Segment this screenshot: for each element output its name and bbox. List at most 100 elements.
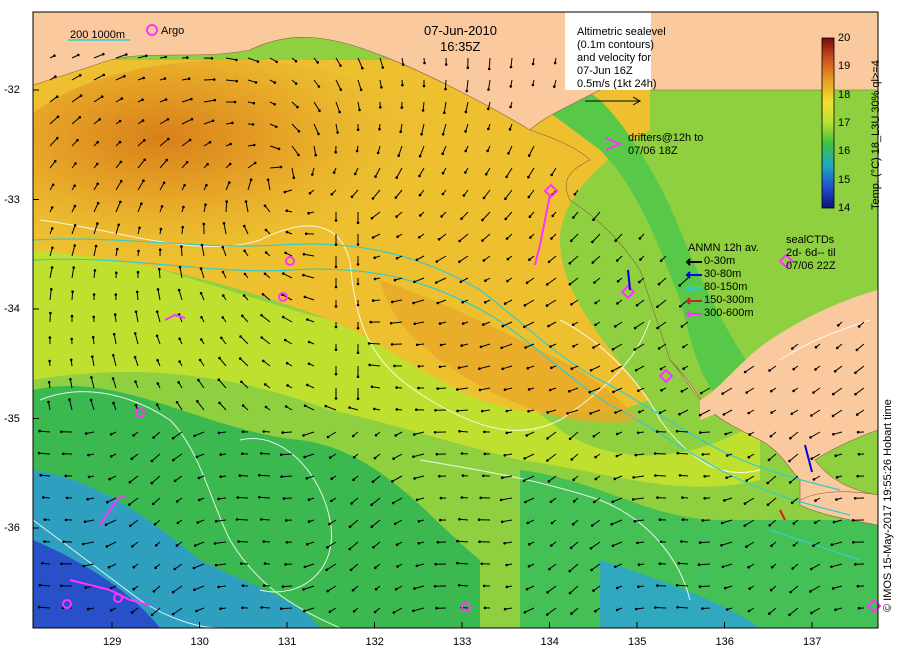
velocity-arrow-head: [634, 348, 637, 351]
velocity-arrow-head: [191, 118, 194, 121]
velocity-arrow-head: [110, 609, 113, 612]
velocity-arrow-head: [548, 480, 551, 483]
velocity-arrow-head: [156, 335, 159, 338]
velocity-arrow-head: [374, 175, 377, 178]
velocity-arrow-head: [614, 566, 617, 569]
velocity-arrow-head: [265, 251, 268, 254]
velocity-arrow-head: [413, 477, 416, 480]
velocity-arrow-head: [441, 152, 444, 155]
velocity-arrow-head: [616, 433, 619, 436]
velocity-arrow: [655, 476, 666, 477]
velocity-arrow-head: [392, 502, 395, 505]
velocity-arrow-head: [286, 384, 289, 387]
velocity-arrow-head: [260, 314, 263, 317]
velocity-arrow-head: [106, 545, 109, 548]
velocity-arrow-head: [442, 172, 445, 175]
velocity-arrow-head: [369, 321, 372, 324]
velocity-arrow-head: [182, 206, 185, 209]
velocity-arrow-head: [156, 403, 159, 406]
velocity-arrow-head: [334, 151, 337, 154]
velocity-arrow-head: [572, 324, 575, 327]
velocity-arrow-head: [286, 231, 289, 234]
velocity-arrow: [281, 608, 292, 609]
velocity-arrow-head: [158, 268, 161, 271]
velocity-arrow-head: [54, 75, 57, 78]
velocity-arrow-head: [348, 548, 351, 551]
velocity-arrow-head: [375, 588, 378, 591]
velocity-arrow-head: [193, 589, 196, 592]
velocity-arrow-head: [125, 53, 128, 56]
velocity-arrow-head: [372, 197, 375, 200]
velocity-arrow-head: [721, 522, 724, 525]
velocity-arrow-head: [349, 526, 352, 529]
velocity-arrow-head: [852, 519, 855, 522]
velocity-arrow-head: [302, 588, 305, 591]
velocity-arrow: [181, 247, 182, 256]
velocity-arrow-head: [440, 344, 443, 347]
velocity-arrow-head: [635, 369, 638, 372]
velocity-arrow: [238, 498, 248, 499]
velocity-arrow-head: [48, 381, 51, 384]
velocity-arrow-head: [679, 305, 682, 308]
velocity-arrow-head: [437, 302, 440, 305]
velocity-arrow-head: [69, 378, 72, 381]
velocity-arrow-head: [637, 585, 640, 588]
velocity-arrow-head: [331, 193, 334, 196]
velocity-arrow-head: [215, 564, 218, 567]
velocity-arrow-head: [186, 56, 189, 59]
velocity-arrow-head: [395, 386, 398, 389]
velocity-arrow-head: [854, 393, 857, 396]
velocity-arrow-head: [201, 244, 204, 247]
velocity-arrow-head: [371, 525, 374, 528]
velocity-arrow-head: [527, 410, 530, 413]
velocity-arrow-head: [308, 498, 311, 501]
velocity-arrow-head: [810, 457, 813, 460]
velocity-arrow-head: [371, 217, 374, 220]
colorbar-tick-label: 15: [838, 174, 850, 186]
velocity-arrow-head: [396, 235, 399, 238]
velocity-arrow-head: [458, 518, 461, 521]
velocity-arrow-head: [546, 591, 549, 594]
velocity-arrow-head: [329, 456, 332, 459]
velocity-arrow-head: [263, 584, 266, 587]
velocity-arrow-head: [282, 316, 285, 319]
velocity-arrow-head: [725, 476, 728, 479]
colorbar-tick-label: 14: [838, 202, 850, 214]
velocity-arrow-head: [134, 356, 137, 359]
velocity-arrow-head: [96, 222, 99, 225]
velocity-arrow-head: [720, 544, 723, 547]
velocity-arrow-head: [485, 173, 488, 176]
velocity-arrow-head: [396, 543, 399, 546]
velocity-arrow-head: [484, 301, 487, 304]
velocity-arrow-head: [401, 84, 404, 87]
velocity-arrow-head: [353, 610, 356, 613]
velocity-arrow-head: [336, 131, 339, 134]
velocity-arrow: [239, 542, 248, 543]
velocity-arrow-head: [103, 74, 106, 77]
velocity-arrow-head: [460, 281, 463, 284]
velocity-arrow-head: [108, 566, 111, 569]
velocity-arrow-head: [134, 332, 137, 335]
velocity-arrow-head: [317, 133, 320, 136]
velocity-arrow-head: [463, 194, 466, 197]
velocity-arrow-head: [102, 53, 105, 56]
velocity-arrow-head: [509, 128, 512, 131]
velocity-arrow-head: [90, 376, 93, 379]
velocity-arrow-head: [571, 458, 574, 461]
velocity-arrow-head: [262, 293, 265, 296]
velocity-arrow-head: [329, 611, 332, 614]
velocity-arrow-head: [484, 607, 487, 610]
velocity-arrow-head: [814, 499, 817, 502]
velocity-arrow-head: [682, 367, 685, 370]
velocity-arrow-head: [440, 215, 443, 218]
velocity-arrow-head: [439, 322, 442, 325]
velocity-arrow-head: [574, 193, 577, 196]
velocity-arrow-head: [401, 106, 404, 109]
velocity-arrow-head: [467, 66, 470, 69]
velocity-arrow-head: [348, 406, 351, 409]
velocity-arrow-head: [416, 259, 419, 262]
velocity-arrow-head: [41, 562, 44, 565]
velocity-arrow-head: [112, 354, 115, 357]
velocity-arrow-head: [526, 281, 529, 284]
velocity-arrow-head: [112, 402, 115, 405]
